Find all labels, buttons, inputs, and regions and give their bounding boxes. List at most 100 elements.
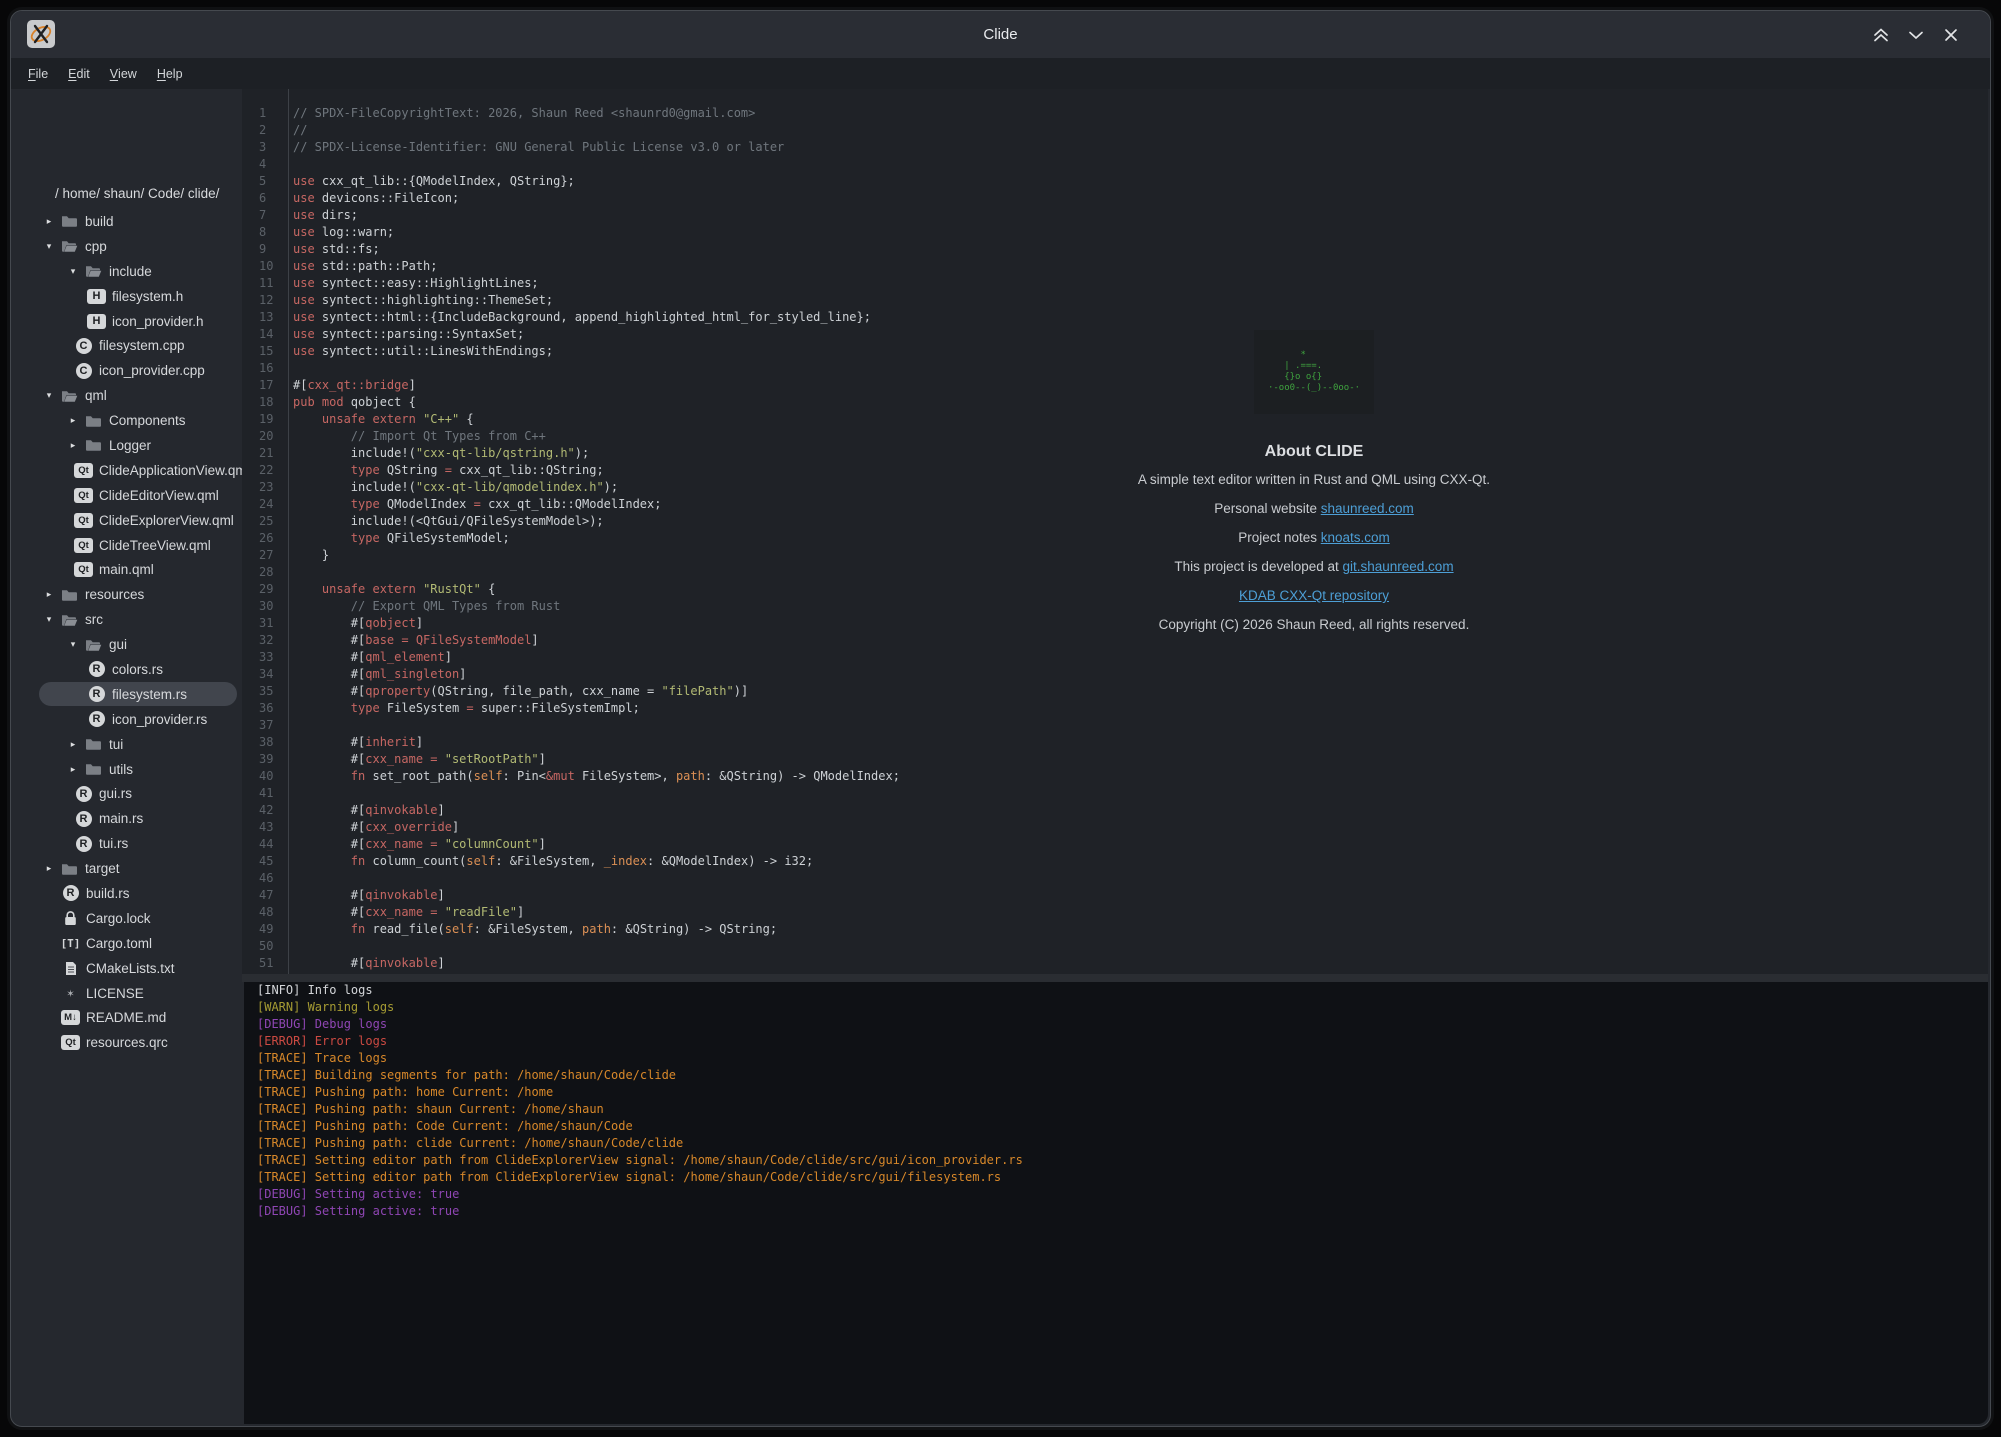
cpp-file-icon: C <box>74 338 93 354</box>
tree-item-target[interactable]: ▸target <box>13 856 242 881</box>
tree-item-components[interactable]: ▸Components <box>13 408 242 433</box>
close-button[interactable] <box>1939 24 1963 46</box>
log-line-debug: [DEBUG] Setting active: true <box>257 1186 1988 1203</box>
line-number-gutter: 1234567891011121314151617181920212223242… <box>259 105 287 975</box>
tree-item-gui-rs[interactable]: Rgui.rs <box>13 781 242 806</box>
code-line-34: #[qml_singleton] <box>293 666 1988 683</box>
menu-item-edit[interactable]: Edit <box>58 58 100 89</box>
about-panel: * | .===. {}o o{} ·-oo0--(_)--0oo-· Abou… <box>1124 322 1504 634</box>
h-file-icon: H <box>87 314 106 329</box>
chevron-right-icon[interactable]: ▸ <box>44 216 54 227</box>
tree-item-logger[interactable]: ▸Logger <box>13 433 242 458</box>
tree-item-cmakelists-txt[interactable]: CMakeLists.txt <box>13 956 242 981</box>
tree-item-filesystem-cpp[interactable]: Cfilesystem.cpp <box>13 333 242 358</box>
code-editor[interactable]: 1234567891011121314151617181920212223242… <box>242 89 1988 974</box>
tree-item-label: cpp <box>85 239 107 254</box>
log-line-debug: [DEBUG] Debug logs <box>257 1016 1988 1033</box>
tree-item-resources-qrc[interactable]: Qtresources.qrc <box>13 1030 242 1055</box>
tree-item-readme-md[interactable]: M↓README.md <box>13 1006 242 1031</box>
tree-item-utils[interactable]: ▸utils <box>13 757 242 782</box>
tree-item-colors-rs[interactable]: Rcolors.rs <box>13 657 242 682</box>
line-number: 16 <box>259 360 287 377</box>
code-line-36: type FileSystem = super::FileSystemImpl; <box>293 700 1988 717</box>
line-number: 33 <box>259 649 287 666</box>
about-line-2: This project is developed at git.shaunre… <box>1124 558 1504 576</box>
line-number: 50 <box>259 938 287 955</box>
line-number: 28 <box>259 564 287 581</box>
log-line-debug: [DEBUG] Setting active: true <box>257 1203 1988 1220</box>
chevron-down-icon[interactable]: ▾ <box>44 390 54 401</box>
chevron-down-icon[interactable]: ▾ <box>68 266 78 277</box>
line-number: 19 <box>259 411 287 428</box>
chevron-right-icon[interactable]: ▸ <box>44 589 54 600</box>
chevron-down-icon[interactable]: ▾ <box>68 639 78 650</box>
title-bar[interactable]: Clide <box>11 11 1990 58</box>
tree-item-clidetreeview-qml[interactable]: QtClideTreeView.qml <box>13 533 242 558</box>
editor-log-splitter[interactable] <box>242 974 1988 982</box>
tree-item-icon-provider-cpp[interactable]: Cicon_provider.cpp <box>13 358 242 383</box>
folder-open-icon <box>84 264 103 278</box>
tree-item-filesystem-rs[interactable]: Rfilesystem.rs <box>13 682 242 707</box>
tree-item-clideeditorview-qml[interactable]: QtClideEditorView.qml <box>13 483 242 508</box>
tree-item-tui[interactable]: ▸ tui <box>13 732 242 757</box>
file-explorer-panel[interactable]: / home/ shaun/ Code/ clide/ ▸build▾cpp▾i… <box>13 89 242 1424</box>
log-console[interactable]: [INFO] Info logs[WARN] Warning logs[DEBU… <box>244 982 1988 1424</box>
tree-item-label: icon_provider.rs <box>112 712 207 727</box>
tree-item-clideexplorerview-qml[interactable]: QtClideExplorerView.qml <box>13 508 242 533</box>
tree-item-src[interactable]: ▾ src <box>13 607 242 632</box>
log-line-trace: [TRACE] Pushing path: clide Current: /ho… <box>257 1135 1988 1152</box>
line-number: 20 <box>259 428 287 445</box>
chevron-right-icon[interactable]: ▸ <box>44 863 54 874</box>
tree-item-label: tui <box>109 737 123 752</box>
rs-file-icon: R <box>87 686 106 702</box>
tree-item-build-rs[interactable]: Rbuild.rs <box>13 881 242 906</box>
link-git-shaunreed-com[interactable]: git.shaunreed.com <box>1343 559 1454 574</box>
tree-item-label: src <box>85 612 103 627</box>
chevron-down-icon[interactable]: ▾ <box>44 614 54 625</box>
tree-item-main-qml[interactable]: Qtmain.qml <box>13 557 242 582</box>
rs-file-icon: R <box>74 836 93 852</box>
tree-item-tui-rs[interactable]: Rtui.rs <box>13 831 242 856</box>
folder-closed-icon <box>84 762 103 776</box>
tree-item-cargo-lock[interactable]: Cargo.lock <box>13 906 242 931</box>
about-links: Personal website shaunreed.comProject no… <box>1124 500 1504 605</box>
code-line-6: use devicons::FileIcon; <box>293 190 1988 207</box>
maximize-button[interactable] <box>1869 24 1893 46</box>
minimize-button[interactable] <box>1904 24 1928 46</box>
qt-file-icon: Qt <box>61 1035 80 1050</box>
tree-item-cargo-toml[interactable]: [T]Cargo.toml <box>13 931 242 956</box>
tree-item-cpp[interactable]: ▾ cpp <box>13 234 242 259</box>
tree-item-include[interactable]: ▾include <box>13 259 242 284</box>
tree-item-license[interactable]: ✶LICENSE <box>13 981 242 1006</box>
code-line-10: use std::path::Path; <box>293 258 1988 275</box>
link-shaunreed-com[interactable]: shaunreed.com <box>1321 501 1414 516</box>
cpp-file-icon: C <box>74 363 93 379</box>
tree-item-label: filesystem.cpp <box>99 338 185 353</box>
tree-item-resources[interactable]: ▸resources <box>13 582 242 607</box>
tree-item-icon-provider-rs[interactable]: Ricon_provider.rs <box>13 707 242 732</box>
tree-item-main-rs[interactable]: Rmain.rs <box>13 806 242 831</box>
line-number: 4 <box>259 156 287 173</box>
chevron-right-icon[interactable]: ▸ <box>68 415 78 426</box>
menu-item-file[interactable]: File <box>18 58 58 89</box>
chevron-right-icon[interactable]: ▸ <box>68 739 78 750</box>
menu-item-view[interactable]: View <box>100 58 147 89</box>
file-tree: ▸build▾cpp▾includeHfilesystem.hHicon_pro… <box>13 209 242 1055</box>
chevron-down-icon[interactable]: ▾ <box>44 241 54 252</box>
chevron-right-icon[interactable]: ▸ <box>68 440 78 451</box>
tree-item-qml[interactable]: ▾qml <box>13 383 242 408</box>
tree-item-clideapplicationview-qml[interactable]: QtClideApplicationView.qml <box>13 458 242 483</box>
link-kdab-cxx-qt-repository[interactable]: KDAB CXX-Qt repository <box>1239 588 1389 603</box>
line-number: 25 <box>259 513 287 530</box>
txt-file-icon <box>61 961 80 976</box>
tree-item-icon-provider-h[interactable]: Hicon_provider.h <box>13 309 242 334</box>
line-number: 10 <box>259 258 287 275</box>
tree-item-gui[interactable]: ▾gui <box>13 632 242 657</box>
code-line-5: use cxx_qt_lib::{QModelIndex, QString}; <box>293 173 1988 190</box>
menu-item-help[interactable]: Help <box>147 58 193 89</box>
link-knoats-com[interactable]: knoats.com <box>1321 530 1390 545</box>
tree-item-build[interactable]: ▸build <box>13 209 242 234</box>
folder-open-icon <box>60 613 79 627</box>
tree-item-filesystem-h[interactable]: Hfilesystem.h <box>13 284 242 309</box>
chevron-right-icon[interactable]: ▸ <box>68 764 78 775</box>
